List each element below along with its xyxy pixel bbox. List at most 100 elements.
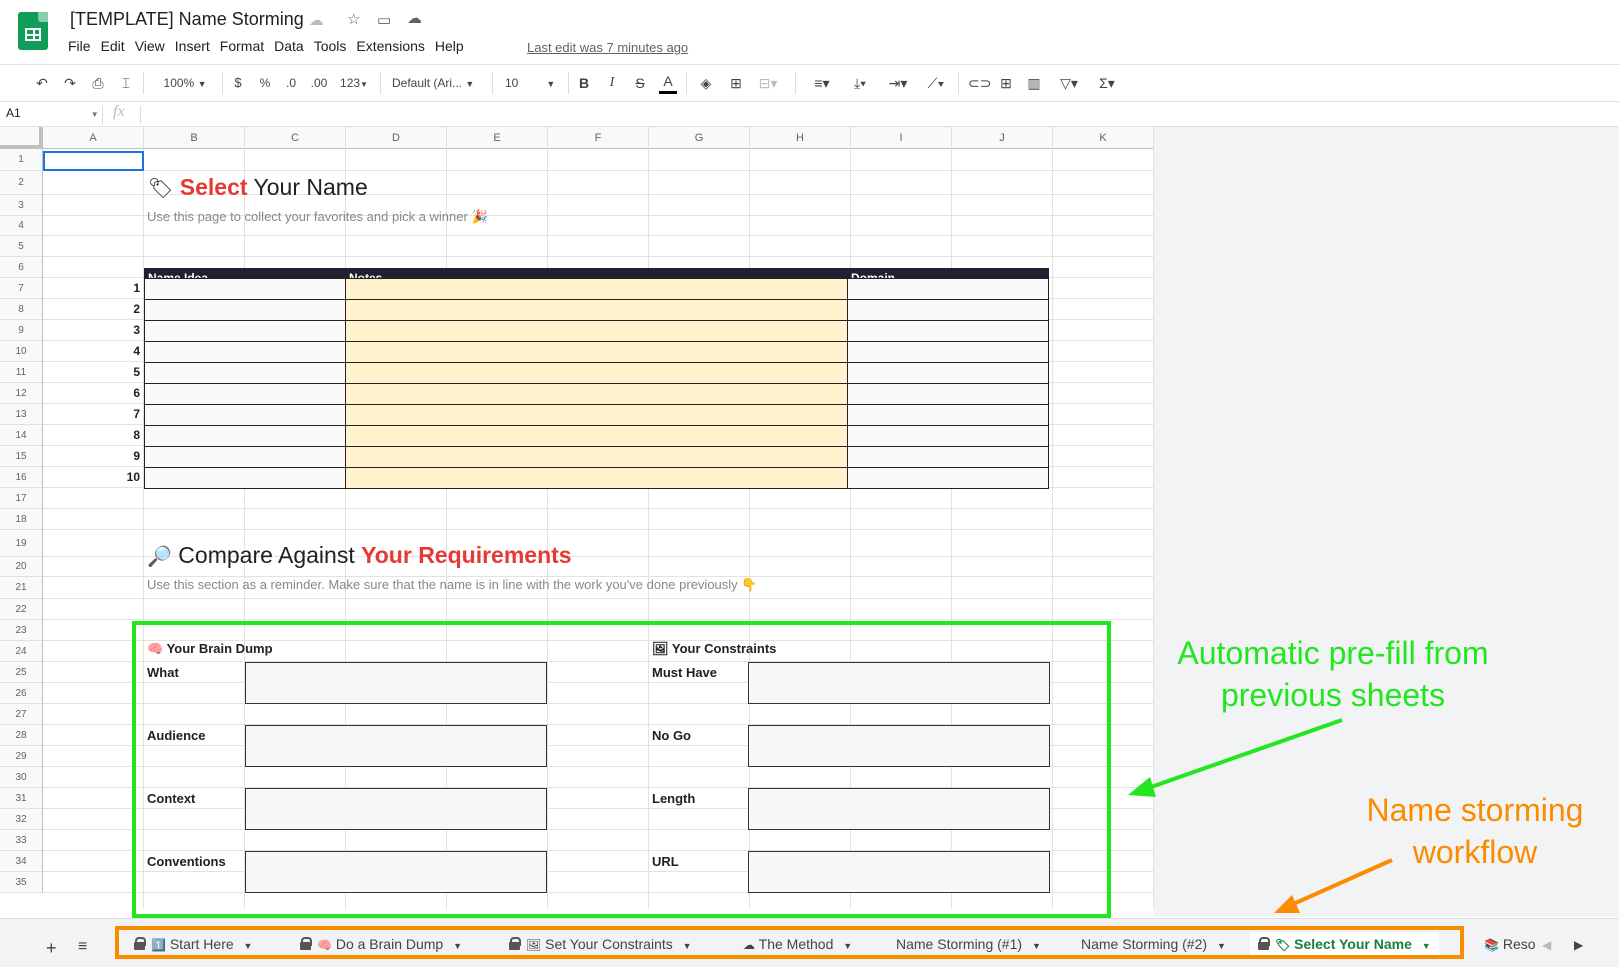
row-header[interactable]: 12 xyxy=(0,383,43,404)
row-header[interactable]: 20 xyxy=(0,557,43,577)
row-header[interactable]: 29 xyxy=(0,746,43,767)
column-header[interactable]: K xyxy=(1053,127,1154,149)
sheets-logo-icon[interactable] xyxy=(18,12,48,50)
cloud-status-icon[interactable]: ☁ xyxy=(407,9,422,27)
domain-cell[interactable] xyxy=(847,383,1049,405)
row-header[interactable]: 8 xyxy=(0,299,43,320)
add-sheet-icon[interactable]: + xyxy=(46,938,57,959)
row-header[interactable]: 11 xyxy=(0,362,43,383)
name-idea-cell[interactable] xyxy=(144,446,346,468)
domain-cell[interactable] xyxy=(847,278,1049,300)
row-header[interactable]: 18 xyxy=(0,509,43,530)
percent-button[interactable]: % xyxy=(257,72,273,94)
last-edit-link[interactable]: Last edit was 7 minutes ago xyxy=(527,40,688,55)
document-title[interactable]: [TEMPLATE] Name Storming ☁ xyxy=(70,9,324,30)
undo-icon[interactable]: ↶ xyxy=(32,72,52,94)
row-header[interactable]: 19 xyxy=(0,530,43,557)
all-sheets-icon[interactable]: ≡ xyxy=(78,938,87,956)
menu-insert[interactable]: Insert xyxy=(175,38,216,54)
name-idea-cell[interactable] xyxy=(144,425,346,447)
column-header[interactable]: G xyxy=(649,127,750,149)
name-idea-cell[interactable] xyxy=(144,320,346,342)
vertical-align-icon[interactable]: ⤓▾ xyxy=(845,72,875,94)
menu-extensions[interactable]: Extensions xyxy=(356,38,430,54)
row-header[interactable]: 27 xyxy=(0,704,43,725)
menu-view[interactable]: View xyxy=(135,38,171,54)
name-box[interactable]: A1 ▼ xyxy=(6,106,99,120)
increase-decimal-button[interactable]: .00 xyxy=(307,72,331,94)
row-header[interactable]: 7 xyxy=(0,278,43,299)
domain-cell[interactable] xyxy=(847,341,1049,363)
domain-cell[interactable] xyxy=(847,467,1049,489)
notes-cell[interactable] xyxy=(345,278,848,300)
notes-cell[interactable] xyxy=(345,362,848,384)
row-header[interactable]: 28 xyxy=(0,725,43,746)
name-idea-cell[interactable] xyxy=(144,383,346,405)
domain-cell[interactable] xyxy=(847,425,1049,447)
insert-chart-icon[interactable]: ▥ xyxy=(1024,72,1044,94)
domain-cell[interactable] xyxy=(847,362,1049,384)
domain-cell[interactable] xyxy=(847,446,1049,468)
sheet-tab[interactable]: 📚 Reso xyxy=(1476,932,1544,956)
bold-button[interactable]: B xyxy=(575,72,593,94)
scroll-tabs-right-icon[interactable]: ▶ xyxy=(1574,938,1583,952)
borders-icon[interactable]: ⊞ xyxy=(726,72,746,94)
currency-button[interactable]: $ xyxy=(230,72,246,94)
more-formats-button[interactable]: 123▼ xyxy=(337,72,371,94)
domain-cell[interactable] xyxy=(847,320,1049,342)
row-header[interactable]: 24 xyxy=(0,641,43,662)
column-header[interactable]: I xyxy=(851,127,952,149)
text-rotation-icon[interactable]: ⟋▾ xyxy=(921,72,951,94)
column-header[interactable]: B xyxy=(144,127,245,149)
menu-file[interactable]: File xyxy=(68,38,97,54)
menu-help[interactable]: Help xyxy=(435,38,470,54)
select-all-corner[interactable] xyxy=(0,127,43,149)
move-folder-icon[interactable]: ▭ xyxy=(377,11,391,29)
row-header[interactable]: 13 xyxy=(0,404,43,425)
redo-icon[interactable]: ↷ xyxy=(60,72,80,94)
column-header[interactable]: D xyxy=(346,127,447,149)
row-header[interactable]: 16 xyxy=(0,467,43,488)
row-header[interactable]: 23 xyxy=(0,620,43,641)
merge-cells-icon[interactable]: ⊟▾ xyxy=(754,72,782,94)
row-header[interactable]: 25 xyxy=(0,662,43,683)
text-wrap-icon[interactable]: ⇥▾ xyxy=(883,72,913,94)
column-header[interactable]: F xyxy=(548,127,649,149)
functions-icon[interactable]: Σ▾ xyxy=(1092,72,1122,94)
row-header[interactable]: 3 xyxy=(0,195,43,216)
name-idea-cell[interactable] xyxy=(144,362,346,384)
name-idea-cell[interactable] xyxy=(144,404,346,426)
row-header[interactable]: 34 xyxy=(0,851,43,872)
column-header[interactable]: J xyxy=(952,127,1053,149)
row-header[interactable]: 32 xyxy=(0,809,43,830)
row-header[interactable]: 17 xyxy=(0,488,43,509)
menu-tools[interactable]: Tools xyxy=(314,38,353,54)
notes-cell[interactable] xyxy=(345,404,848,426)
row-header[interactable]: 14 xyxy=(0,425,43,446)
notes-cell[interactable] xyxy=(345,383,848,405)
italic-button[interactable]: I xyxy=(603,72,621,94)
row-header[interactable]: 33 xyxy=(0,830,43,851)
name-idea-cell[interactable] xyxy=(144,341,346,363)
insert-link-icon[interactable]: ⊂⊃ xyxy=(968,72,991,94)
name-idea-cell[interactable] xyxy=(144,467,346,489)
row-header[interactable]: 2 xyxy=(0,171,43,195)
selected-cell[interactable] xyxy=(43,151,144,171)
row-header[interactable]: 26 xyxy=(0,683,43,704)
horizontal-align-icon[interactable]: ≡▾ xyxy=(807,72,837,94)
filter-icon[interactable]: ▽▾ xyxy=(1054,72,1084,94)
font-size-select[interactable]: 10 ▼ xyxy=(505,72,561,94)
text-color-button[interactable]: A xyxy=(659,72,677,94)
row-header[interactable]: 4 xyxy=(0,216,43,236)
insert-comment-icon[interactable]: ⊞ xyxy=(996,72,1016,94)
paint-format-icon[interactable]: ⌶ xyxy=(116,72,136,94)
column-header[interactable]: C xyxy=(245,127,346,149)
notes-cell[interactable] xyxy=(345,425,848,447)
name-idea-cell[interactable] xyxy=(144,278,346,300)
menu-edit[interactable]: Edit xyxy=(101,38,131,54)
notes-cell[interactable] xyxy=(345,446,848,468)
star-icon[interactable]: ☆ xyxy=(347,10,360,28)
row-header[interactable]: 22 xyxy=(0,599,43,620)
decrease-decimal-button[interactable]: .0 xyxy=(281,72,301,94)
menu-format[interactable]: Format xyxy=(220,38,270,54)
